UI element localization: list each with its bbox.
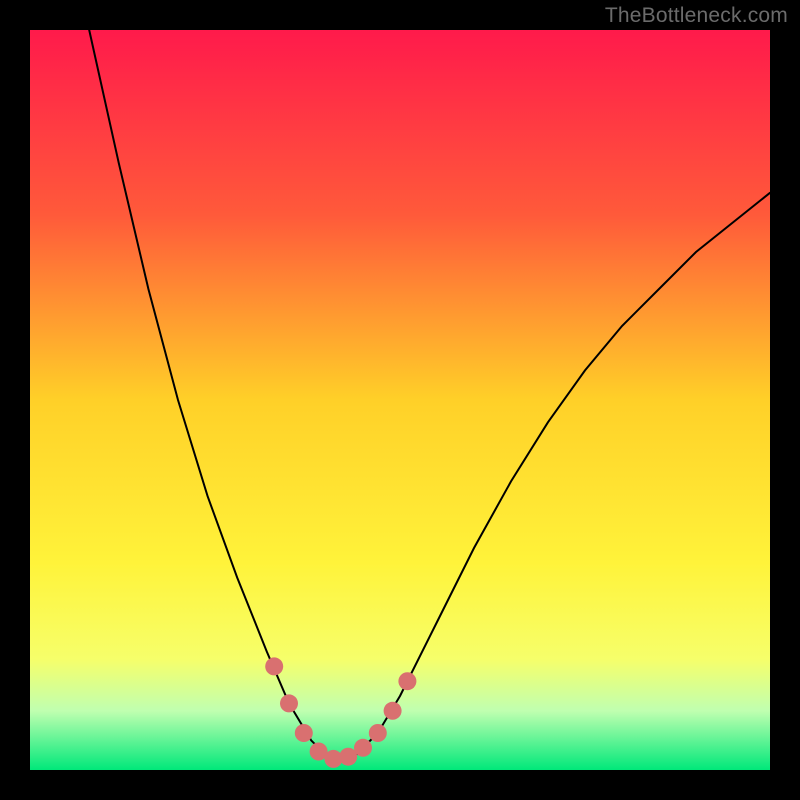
plot-background — [30, 30, 770, 770]
highlight-marker — [280, 694, 298, 712]
chart-svg — [0, 0, 800, 800]
highlight-marker — [265, 657, 283, 675]
highlight-marker — [384, 702, 402, 720]
highlight-marker — [354, 739, 372, 757]
highlight-marker — [398, 672, 416, 690]
highlight-marker — [369, 724, 387, 742]
chart-stage: TheBottleneck.com — [0, 0, 800, 800]
watermark-text: TheBottleneck.com — [605, 4, 788, 28]
highlight-marker — [295, 724, 313, 742]
